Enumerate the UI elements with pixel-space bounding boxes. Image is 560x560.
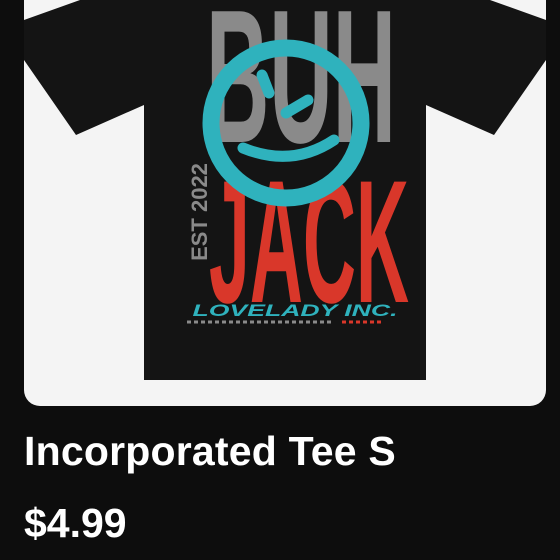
print-est-text: EST 2022 [187, 163, 212, 261]
product-image[interactable]: BUH JACK EST 2022 LOVELADY INC. [24, 0, 546, 406]
product-title[interactable]: Incorporated Tee S [24, 428, 396, 475]
product-card[interactable]: BUH JACK EST 2022 LOVELADY INC. Incorpor [0, 0, 560, 560]
print-brand-line: LOVELADY INC. [193, 301, 398, 320]
product-price: $4.99 [24, 500, 127, 546]
